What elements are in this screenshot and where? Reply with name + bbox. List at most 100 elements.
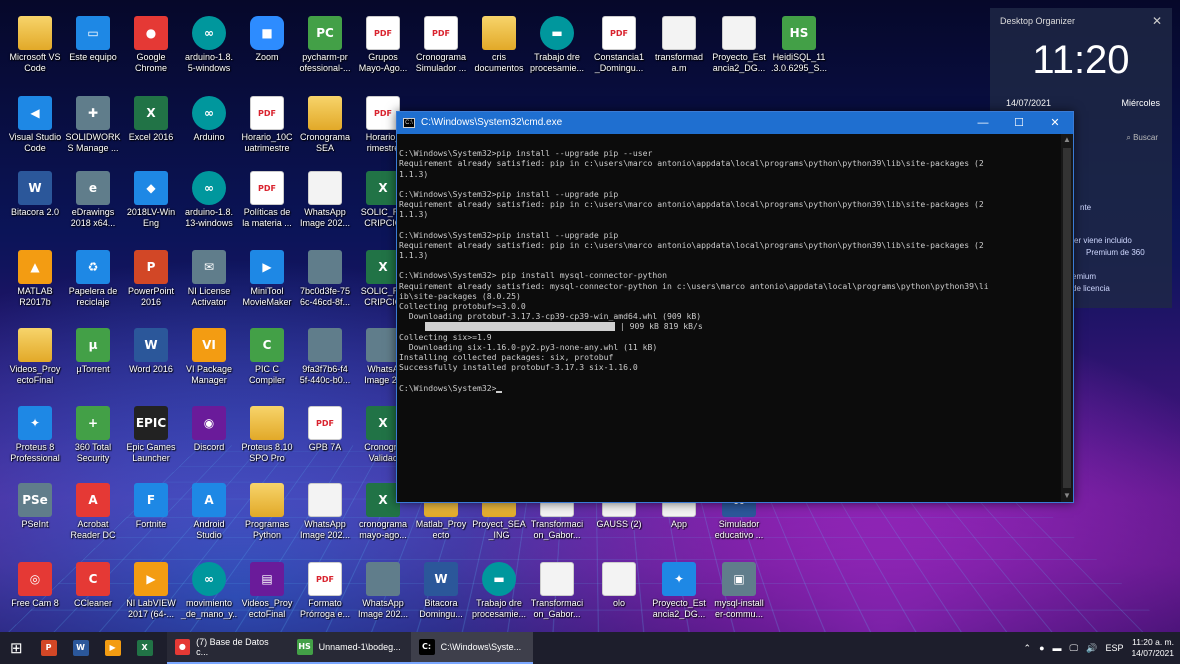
cmd-window[interactable]: C:\ C:\Windows\System32\cmd.exe — ☐ ✕ C:… [396,111,1074,503]
cmd-output[interactable]: C:\Windows\System32>pip install --upgrad… [399,138,1059,498]
desktop-icon[interactable]: 9fa3f7b6-f4 5f-440c-b0... [296,322,354,398]
desktop-icon[interactable]: C CCleaner [64,556,122,632]
desktop-icon[interactable]: PSe PSeInt [6,477,64,553]
desktop-icon[interactable]: e eDrawings 2018 x64... [64,165,122,241]
desktop-icon-label: Grupos Mayo-Ago... [358,52,408,73]
pinned-app-button[interactable]: W [65,632,97,664]
desktop-icon[interactable]: Proteus 8.10 SPO Pro [238,400,296,476]
scroll-up-icon[interactable]: ▲ [1061,134,1073,146]
desktop-icon[interactable]: PDF GPB 7A [296,400,354,476]
desktop-icon[interactable]: C PIC C Compiler [238,322,296,398]
desktop-icon[interactable]: ✦ Proyecto_Est ancia2_DG... [650,556,708,632]
desktop-icon[interactable]: ▭ Este equipo [64,10,122,86]
desktop-icon[interactable]: ◉ Discord [180,400,238,476]
desktop-icon[interactable]: W Word 2016 [122,322,180,398]
desktop-icon[interactable]: Microsoft VS Code [6,10,64,86]
taskbar-clock[interactable]: 11:20 a. m. 14/07/2021 [1131,637,1174,659]
desktop-icon[interactable]: ▶ NI LabVIEW 2017 (64-... [122,556,180,632]
show-hidden-icons-icon[interactable]: ⌃ [1024,643,1032,654]
desktop-icon[interactable]: ▲ MATLAB R2017b [6,244,64,320]
desktop-icon-label: Videos_Proy ectoFinal [241,598,293,619]
desktop-icon[interactable]: VI VI Package Manager [180,322,238,398]
cmd-scrollbar[interactable]: ▲ ▼ [1061,134,1073,502]
desktop-icon[interactable]: ◆ 2018LV-Win Eng [122,165,180,241]
scroll-down-icon[interactable]: ▼ [1061,490,1073,502]
desktop-icon[interactable]: ∞ Arduino [180,90,238,166]
desktop-icon[interactable]: EPIC Epic Games Launcher [122,400,180,476]
desktop-icon[interactable]: A Android Studio [180,477,238,553]
desktop-icon[interactable]: ✚ SOLIDWORK S Manage ... [64,90,122,166]
desktop-icon-label: WhatsApp Image 202... [357,598,409,619]
organizer-close-button[interactable]: ✕ [1152,14,1162,28]
desktop-icon[interactable]: PDF Constancia1 _Domingu... [590,10,648,86]
desktop-icon[interactable]: µ µTorrent [64,322,122,398]
desktop-icon[interactable]: PDF Formato Prórroga e... [296,556,354,632]
desktop-icon-label: arduino-1.8. 13-windows [184,207,234,228]
desktop-icon[interactable]: ♻ Papelera de reciclaje [64,244,122,320]
desktop-icon[interactable]: PDF Cronograma Simulador ... [412,10,470,86]
desktop-icon[interactable]: ▬ Trabajo dre procesamie... [528,10,586,86]
desktop-icon[interactable]: ▤ Videos_Proy ectoFinal [238,556,296,632]
desktop-icon[interactable]: X Excel 2016 [122,90,180,166]
desktop-icon[interactable]: P PowerPoint 2016 [122,244,180,320]
desktop-icon[interactable]: ∞movimiento _de_mano_y... [180,556,238,632]
desktop-icon[interactable]: A Acrobat Reader DC [64,477,122,553]
desktop-icon[interactable]: transformad a.m [650,10,708,86]
minimize-button[interactable]: — [965,112,1001,134]
battery-icon[interactable]: ▬ [1053,643,1062,653]
desktop-icon[interactable]: ● Google Chrome [122,10,180,86]
security-icon[interactable]: ● [1039,643,1044,653]
desktop-icon[interactable]: WhatsApp Image 202... [354,556,412,632]
desktop-icon[interactable]: Programas Python [238,477,296,553]
desktop-icon[interactable]: WhatsApp Image 202... [296,477,354,553]
desktop-icon[interactable]: Proyecto_Est ancia2_DG... [710,10,768,86]
desktop-icon[interactable]: ◎ Free Cam 8 [6,556,64,632]
desktop-icon[interactable]: Transformaci on_Gabor... [528,556,586,632]
pinned-app-button[interactable]: X [129,632,161,664]
close-button[interactable]: ✕ [1037,112,1073,134]
taskbar-app-label: (7) Base de Datos c... [196,637,269,657]
desktop-icon[interactable]: PC pycharm-pr ofessional-... [296,10,354,86]
desktop-icon[interactable]: ▬ Trabajo dre procesamie... [470,556,528,632]
desktop-icon[interactable]: ✦ Proteus 8 Professional [6,400,64,476]
desktop-icon[interactable]: WhatsApp Image 202... [296,165,354,241]
organizer-text-5: de licencia [1072,284,1110,293]
desktop-icon[interactable]: W Bitacora Domingu... [412,556,470,632]
desktop-icon[interactable]: ∞ arduino-1.8. 13-windows [180,165,238,241]
desktop-icon[interactable]: ◀ Visual Studio Code [6,90,64,166]
desktop-icon[interactable]: PDF Políticas de la materia ... [238,165,296,241]
desktop-icon[interactable]: ✉ NI License Activator [180,244,238,320]
organizer-search[interactable]: ⌕ Buscar [1126,133,1158,143]
desktop-icon[interactable]: PDF Horario_10C uatrimestre [238,90,296,166]
desktop-icon[interactable]: Cronograma SEA [296,90,354,166]
desktop-icon[interactable]: ■ Zoom [238,10,296,86]
desktop-icon[interactable]: Videos_Proy ectoFinal [6,322,64,398]
desktop-icon[interactable]: olo [590,556,648,632]
maximize-button[interactable]: ☐ [1001,112,1037,134]
volume-icon[interactable]: 🔊 [1086,643,1097,654]
taskbar-app-button[interactable]: HS Unnamed-1\bodeg... [288,632,411,664]
folder-file-icon [308,96,342,130]
desktop-icon[interactable]: W Bitacora 2.0 [6,165,64,241]
desktop-icon[interactable]: ∞ arduino-1.8. 5-windows [180,10,238,86]
desktop-icon[interactable]: ▣ mysql-install er-commu... [710,556,768,632]
taskbar-app-button[interactable]: C: C:\Windows\Syste... [410,632,533,664]
orange-file-icon: VI [192,328,226,362]
start-button[interactable]: ⊞ [0,632,33,664]
desktop-icon[interactable]: cris documentos [470,10,528,86]
desktop-icon[interactable]: ▶ MiniTool MovieMaker [238,244,296,320]
desktop-icon[interactable]: F Fortnite [122,477,180,553]
network-icon[interactable]: 🖵 [1070,643,1079,654]
pinned-app-button[interactable]: P [33,632,65,664]
desktop-icon-label: movimiento _de_mano_y... [180,598,238,619]
desktop-icon[interactable]: PDF Grupos Mayo-Ago... [354,10,412,86]
desktop-icon[interactable]: HS HeidiSQL_11 .3.0.6295_S... [770,10,828,86]
cmd-titlebar[interactable]: C:\ C:\Windows\System32\cmd.exe — ☐ ✕ [397,112,1073,134]
scroll-thumb[interactable] [1063,148,1071,488]
language-indicator[interactable]: ESP [1105,643,1123,653]
desktop-icon[interactable]: 7bc0d3fe-75 6c-46cd-8f... [296,244,354,320]
cmd-line: C:\Windows\System32> [399,383,1059,393]
desktop-icon[interactable]: +360 Total Security [64,400,122,476]
pinned-app-button[interactable]: ▶ [97,632,129,664]
taskbar-app-button[interactable]: ● (7) Base de Datos c... [166,632,289,664]
